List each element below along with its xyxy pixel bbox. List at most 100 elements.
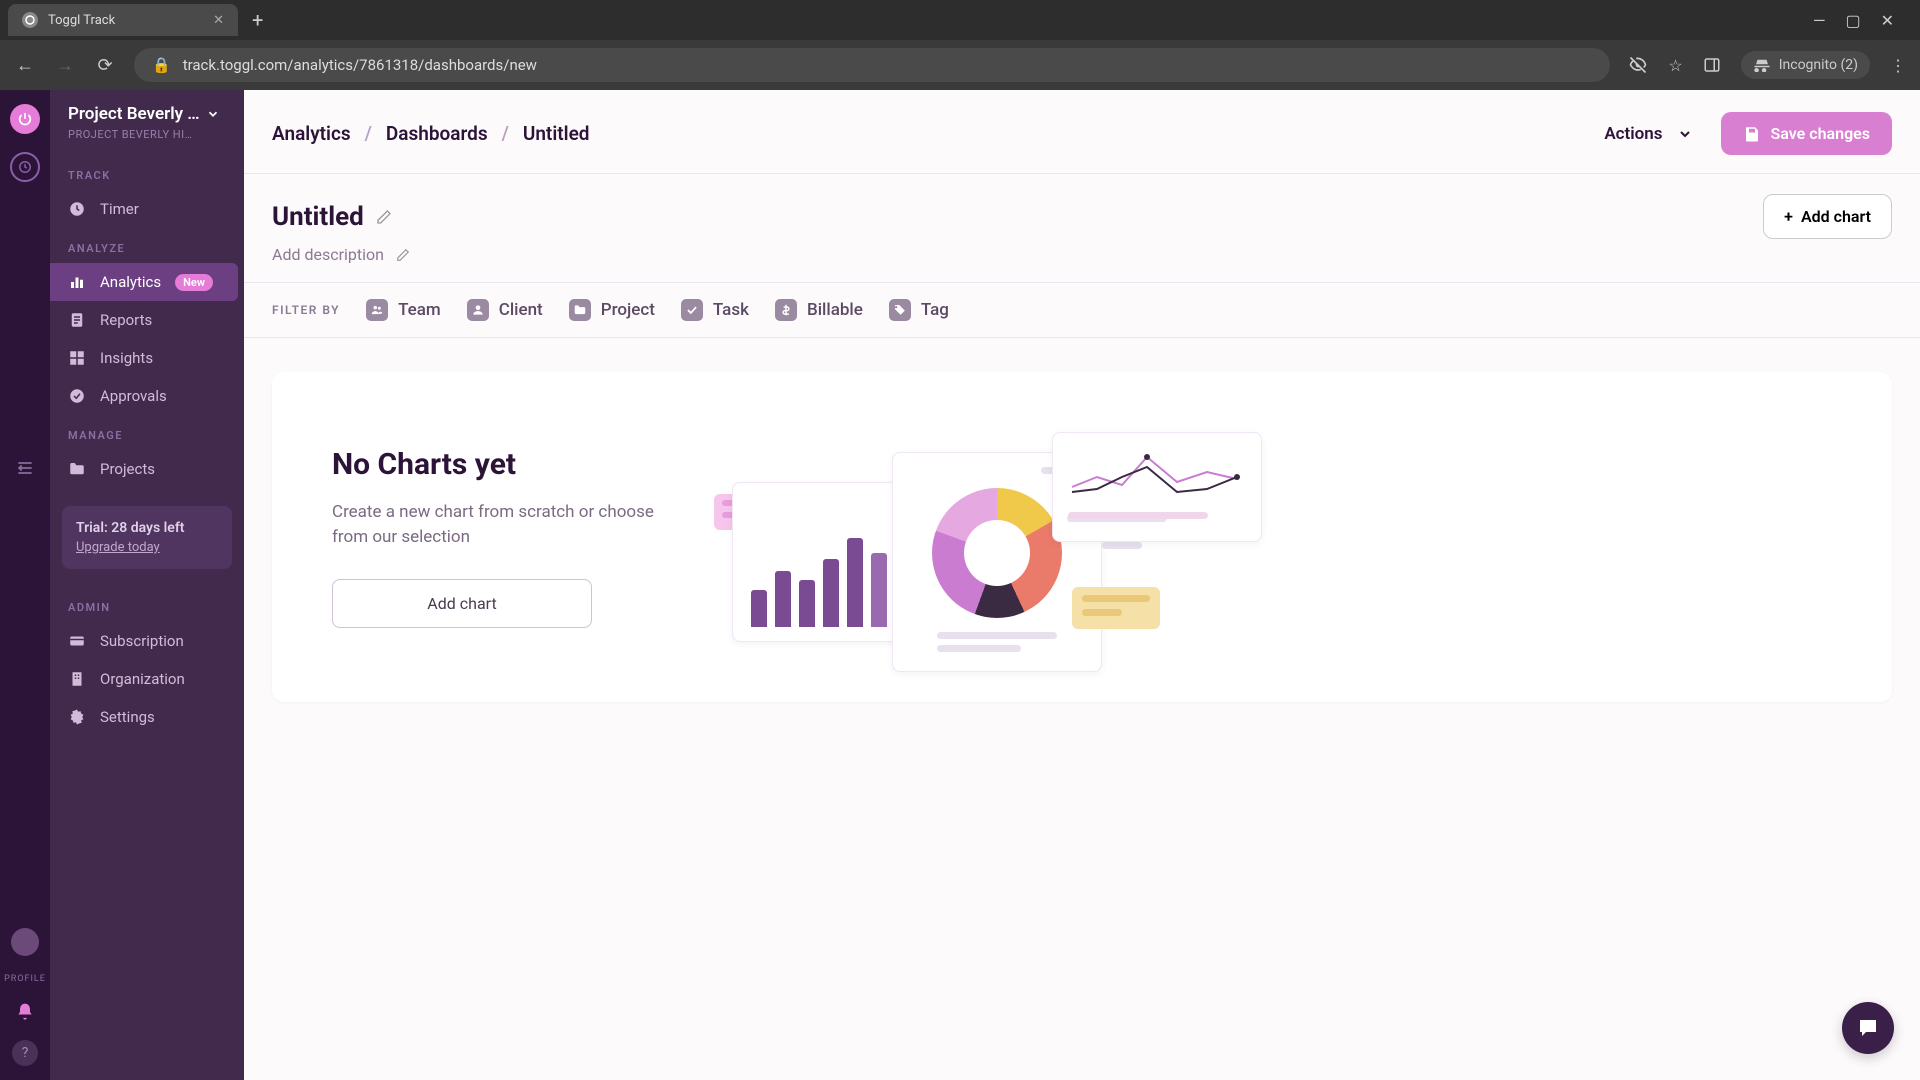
clock-outline-icon[interactable] xyxy=(10,152,40,182)
empty-subtext: Create a new chart from scratch or choos… xyxy=(332,500,672,551)
trial-text: Trial: 28 days left xyxy=(76,520,218,536)
favicon-icon xyxy=(22,12,38,28)
check-icon xyxy=(681,299,703,321)
filter-label-text: Task xyxy=(713,300,749,320)
url-input[interactable]: 🔒 track.toggl.com/analytics/7861318/dash… xyxy=(134,48,1610,82)
filter-label-text: Client xyxy=(499,300,543,320)
filter-tag[interactable]: Tag xyxy=(889,299,949,321)
menu-icon[interactable]: ⋮ xyxy=(1890,56,1906,75)
star-icon[interactable]: ☆ xyxy=(1668,56,1682,75)
close-tab-icon[interactable]: ✕ xyxy=(213,13,224,28)
sidebar-item-label: Timer xyxy=(100,200,139,218)
bell-icon[interactable] xyxy=(15,1002,35,1022)
edit-description-icon[interactable] xyxy=(396,248,410,262)
close-window-icon[interactable]: ✕ xyxy=(1881,11,1894,30)
breadcrumb-sep: / xyxy=(502,122,509,145)
section-analyze: ANALYZE xyxy=(50,228,244,263)
filter-label-text: Team xyxy=(398,300,441,320)
avatar[interactable] xyxy=(11,928,39,956)
incognito-label: Incognito (2) xyxy=(1779,57,1858,73)
url-text: track.toggl.com/analytics/7861318/dashbo… xyxy=(183,56,537,74)
line-chart-illustration xyxy=(1052,432,1262,542)
sidebar-item-insights[interactable]: Insights xyxy=(50,339,244,377)
team-icon xyxy=(366,299,388,321)
main-content: Analytics / Dashboards / Untitled Action… xyxy=(244,90,1920,1080)
filter-billable[interactable]: Billable xyxy=(775,299,863,321)
filter-client[interactable]: Client xyxy=(467,299,543,321)
help-icon[interactable]: ? xyxy=(12,1040,38,1066)
clock-icon xyxy=(68,200,86,218)
grid-icon xyxy=(68,349,86,367)
sidebar-item-label: Reports xyxy=(100,311,152,329)
minimize-icon[interactable]: — xyxy=(1813,11,1826,30)
filter-label: FILTER BY xyxy=(272,303,340,317)
filter-project[interactable]: Project xyxy=(569,299,655,321)
breadcrumb-root[interactable]: Analytics xyxy=(272,122,351,145)
illustration xyxy=(732,422,1832,652)
address-bar: ← → ⟳ 🔒 track.toggl.com/analytics/786131… xyxy=(0,40,1920,90)
person-icon xyxy=(467,299,489,321)
yellow-tag-decoration xyxy=(1072,587,1160,629)
filter-team[interactable]: Team xyxy=(366,299,441,321)
sidebar-item-projects[interactable]: Projects xyxy=(50,450,244,488)
sidebar-item-label: Subscription xyxy=(100,632,184,650)
actions-dropdown[interactable]: Actions xyxy=(1592,116,1704,152)
breadcrumb-mid[interactable]: Dashboards xyxy=(386,122,488,145)
profile-label: PROFILE xyxy=(4,974,46,984)
page-header: Analytics / Dashboards / Untitled Action… xyxy=(244,90,1920,174)
dollar-icon xyxy=(775,299,797,321)
browser-tab[interactable]: Toggl Track ✕ xyxy=(8,4,238,36)
section-track: TRACK xyxy=(50,155,244,190)
breadcrumb: Analytics / Dashboards / Untitled xyxy=(272,122,590,145)
collapse-sidebar-icon[interactable] xyxy=(15,458,35,478)
eye-off-icon[interactable] xyxy=(1628,55,1648,75)
tag-icon xyxy=(889,299,911,321)
edit-title-icon[interactable] xyxy=(376,209,392,225)
sidebar-item-organization[interactable]: Organization xyxy=(50,660,244,698)
power-icon[interactable] xyxy=(10,104,40,134)
reload-icon[interactable]: ⟳ xyxy=(94,55,116,76)
sidebar-item-settings[interactable]: Settings xyxy=(50,698,244,736)
section-admin: ADMIN xyxy=(50,587,244,622)
breadcrumb-sep: / xyxy=(365,122,372,145)
forward-icon[interactable]: → xyxy=(54,55,76,76)
new-badge: New xyxy=(175,274,213,291)
maximize-icon[interactable]: ▢ xyxy=(1845,11,1860,30)
upgrade-link[interactable]: Upgrade today xyxy=(76,540,218,555)
back-icon[interactable]: ← xyxy=(14,55,36,76)
sidebar-item-subscription[interactable]: Subscription xyxy=(50,622,244,660)
save-button[interactable]: Save changes xyxy=(1721,112,1892,155)
folder-icon xyxy=(68,460,86,478)
sidebar-item-reports[interactable]: Reports xyxy=(50,301,244,339)
empty-heading: No Charts yet xyxy=(332,447,672,482)
tab-bar: Toggl Track ✕ + — ▢ ✕ xyxy=(0,0,1920,40)
filter-label-text: Billable xyxy=(807,300,863,320)
title-text[interactable]: Untitled xyxy=(272,202,364,232)
plus-icon: + xyxy=(1784,207,1793,226)
panel-icon[interactable] xyxy=(1703,56,1721,74)
workspace-selector[interactable]: Project Beverly … PROJECT BEVERLY HI… xyxy=(50,104,244,155)
sidebar-item-approvals[interactable]: Approvals xyxy=(50,377,244,415)
tab-title: Toggl Track xyxy=(48,13,115,28)
new-tab-button[interactable]: + xyxy=(238,8,277,32)
folder-small-icon xyxy=(569,299,591,321)
description-row[interactable]: Add description xyxy=(244,245,1920,282)
incognito-badge[interactable]: Incognito (2) xyxy=(1741,51,1870,79)
add-chart-button-header[interactable]: + Add chart xyxy=(1763,194,1892,239)
sidebar-item-label: Projects xyxy=(100,460,155,478)
sidebar-item-label: Approvals xyxy=(100,387,167,405)
save-icon xyxy=(1743,125,1761,143)
sidebar-item-analytics[interactable]: Analytics New xyxy=(50,263,238,301)
empty-state-card: No Charts yet Create a new chart from sc… xyxy=(272,372,1892,702)
gear-icon xyxy=(68,708,86,726)
sidebar-item-timer[interactable]: Timer xyxy=(50,190,244,228)
save-label: Save changes xyxy=(1771,124,1870,143)
filter-task[interactable]: Task xyxy=(681,299,749,321)
workspace-sub: PROJECT BEVERLY HI… xyxy=(68,128,226,141)
section-manage: MANAGE xyxy=(50,415,244,450)
chat-bubble-button[interactable] xyxy=(1842,1002,1894,1054)
add-chart-button-empty[interactable]: Add chart xyxy=(332,579,592,628)
sidebar-item-label: Settings xyxy=(100,708,155,726)
document-icon xyxy=(68,311,86,329)
building-icon xyxy=(68,670,86,688)
